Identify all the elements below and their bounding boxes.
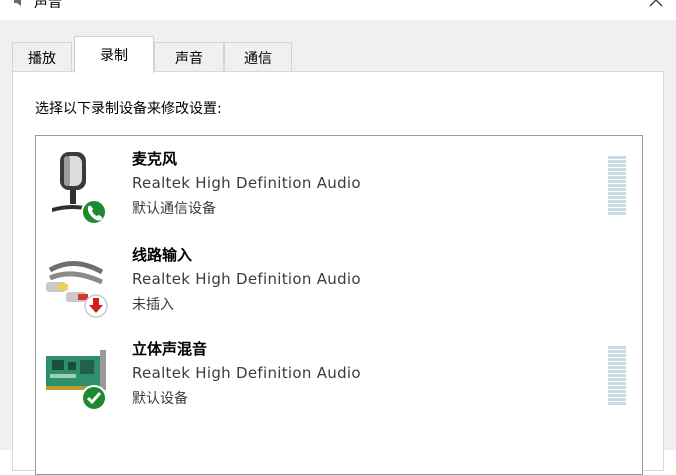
recording-panel: 选择以下录制设备来修改设置: 麦克风 Realtek High Definiti… (12, 71, 664, 475)
device-driver: Realtek High Definition Audio (132, 270, 361, 288)
tab-sounds[interactable]: 声音 (154, 42, 224, 72)
default-check-icon (81, 385, 107, 411)
device-list[interactable]: 麦克风 Realtek High Definition Audio 默认通信设备 (35, 135, 643, 475)
device-driver: Realtek High Definition Audio (132, 364, 361, 382)
device-name: 麦克风 (132, 150, 178, 168)
close-icon[interactable] (646, 0, 666, 10)
instruction-text: 选择以下录制设备来修改设置: (35, 101, 222, 117)
tab-playback[interactable]: 播放 (12, 42, 72, 72)
device-status: 未插入 (132, 297, 174, 313)
sound-card-icon (46, 350, 107, 411)
device-driver: Realtek High Definition Audio (132, 174, 361, 192)
list-item[interactable]: 立体声混音 Realtek High Definition Audio 默认设备 (36, 334, 642, 424)
device-name: 立体声混音 (132, 340, 208, 358)
list-item[interactable]: 线路输入 Realtek High Definition Audio 未插入 (36, 240, 642, 330)
phone-badge-icon (81, 199, 107, 225)
tab-communications[interactable]: 通信 (224, 42, 292, 72)
list-item[interactable]: 麦克风 Realtek High Definition Audio 默认通信设备 (36, 144, 642, 234)
level-meter (608, 346, 626, 406)
unplugged-arrow-icon (84, 294, 108, 318)
device-status: 默认通信设备 (132, 201, 216, 217)
speaker-icon (14, 0, 21, 6)
tab-recording[interactable]: 录制 (74, 36, 154, 73)
device-status: 默认设备 (132, 391, 188, 407)
microphone-icon (52, 152, 107, 225)
level-meter (608, 156, 626, 216)
title-bar: 声音 (0, 0, 676, 20)
line-in-cable-icon (46, 261, 108, 318)
device-name: 线路输入 (132, 246, 193, 264)
window-title: 声音 (34, 0, 62, 11)
